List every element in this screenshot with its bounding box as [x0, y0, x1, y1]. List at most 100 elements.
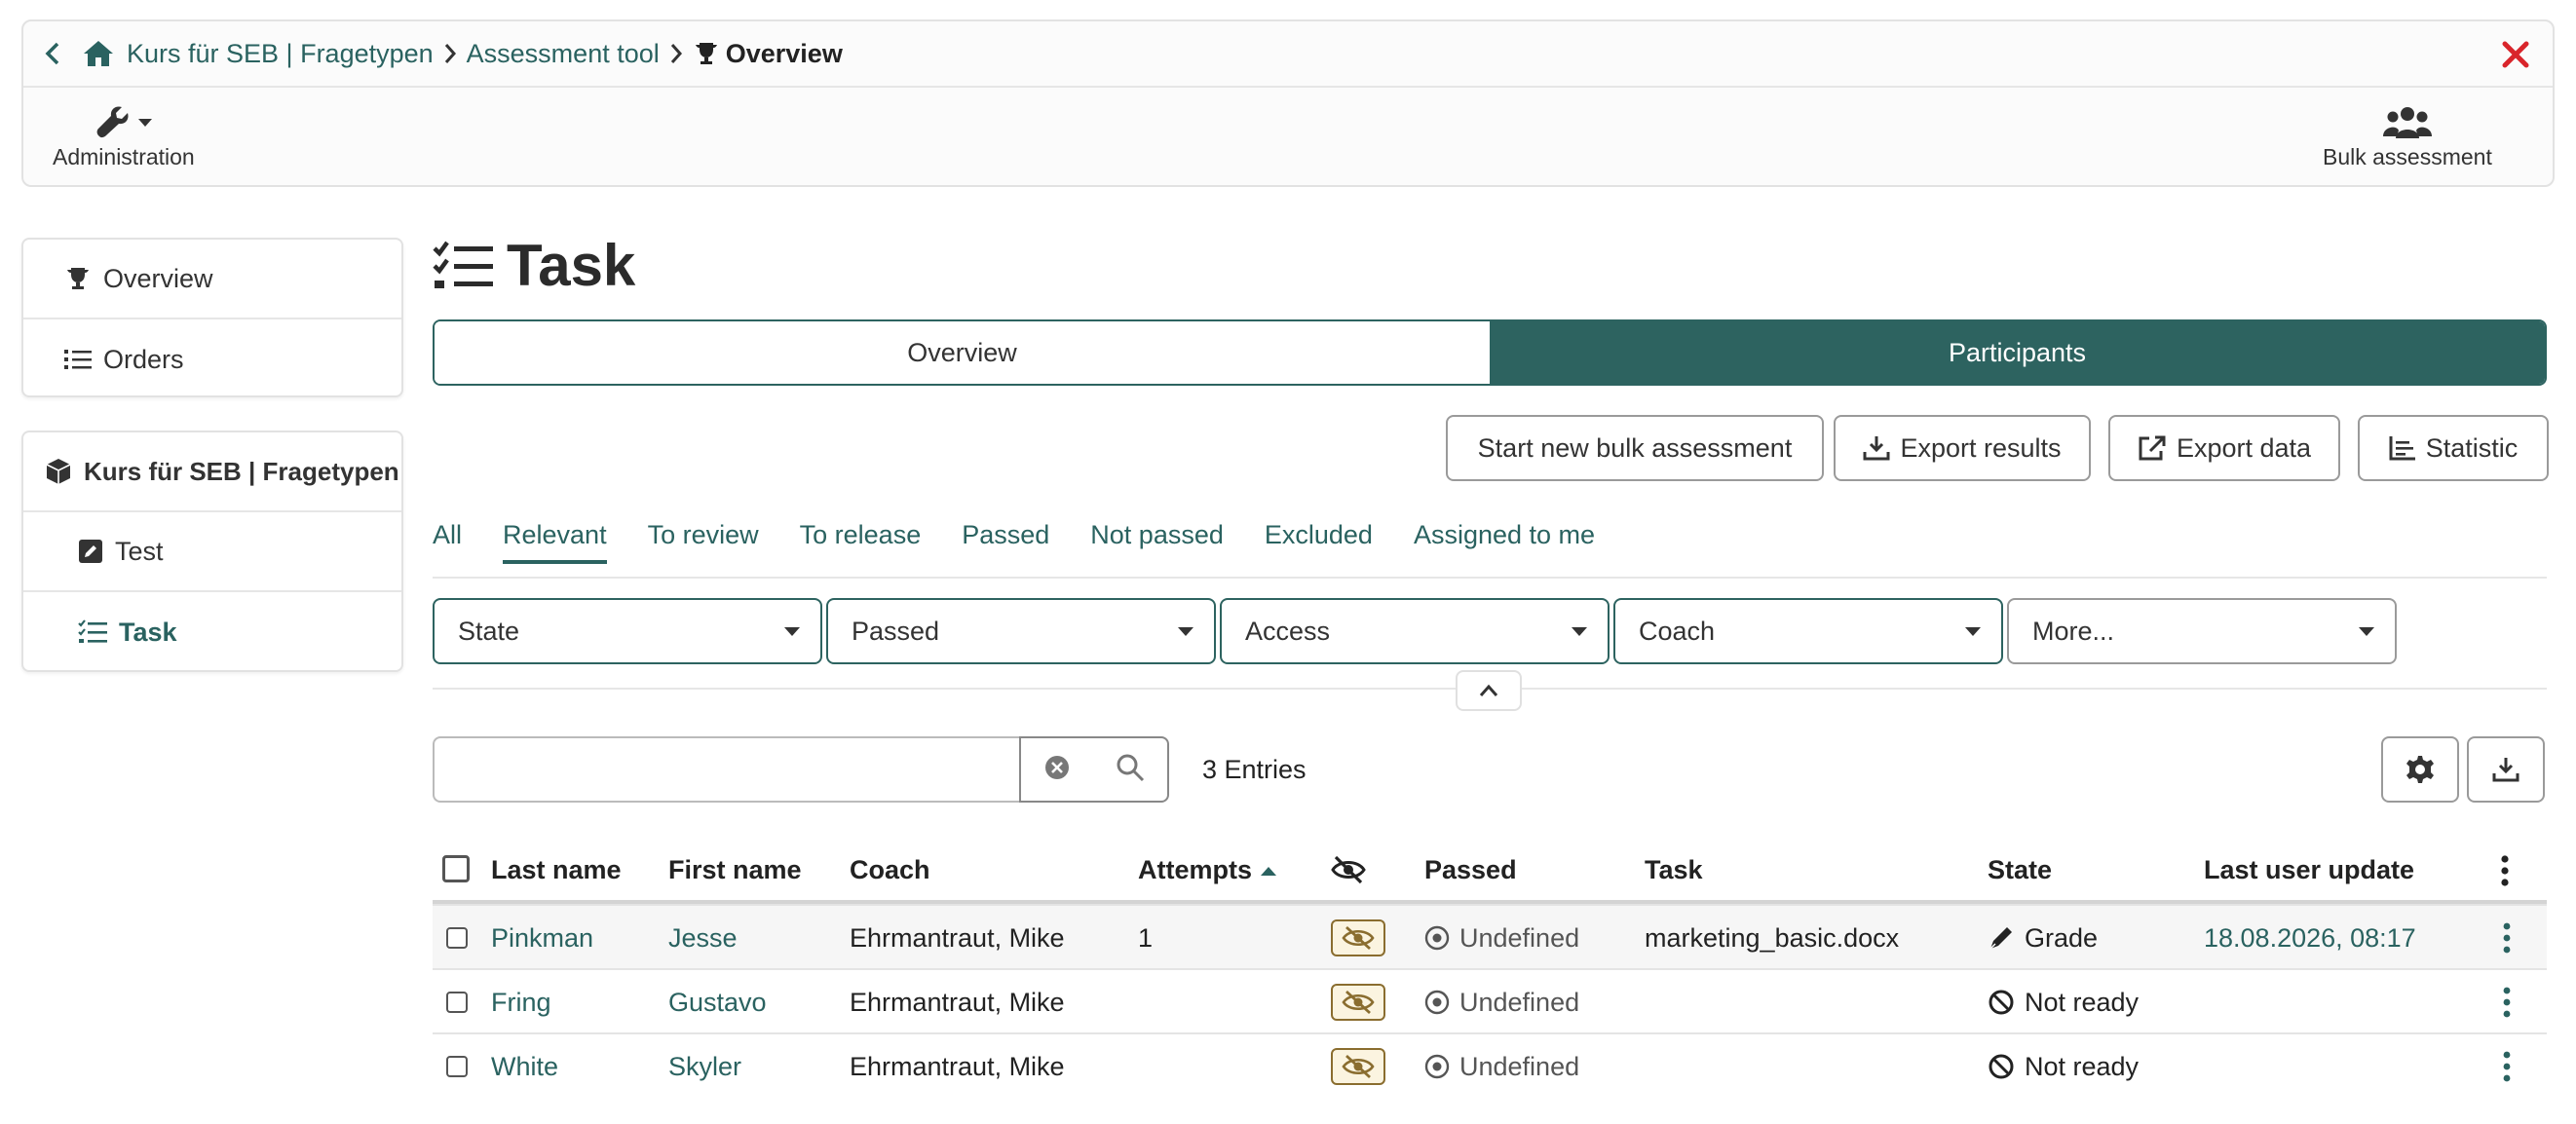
table-download-button[interactable] [2467, 736, 2545, 803]
cell-last-update[interactable]: 18.08.2026, 08:17 [2204, 906, 2416, 970]
col-first-name[interactable]: First name [668, 855, 802, 885]
breadcrumb-current-label: Overview [725, 38, 843, 68]
page-title-text: Task [507, 233, 636, 298]
start-bulk-assessment-button[interactable]: Start new bulk assessment [1446, 415, 1824, 481]
row-checkbox[interactable] [446, 906, 468, 970]
select-all-checkbox[interactable] [442, 855, 470, 882]
filter-more[interactable]: More... [2007, 598, 2397, 664]
row-checkbox[interactable] [446, 970, 468, 1034]
export-data-label: Export data [2176, 432, 2312, 463]
tasks-icon [433, 241, 493, 288]
sidebar-course-label: Kurs für SEB | Fragetypen [84, 456, 399, 486]
caret-down-icon [137, 119, 152, 127]
sidebar-course-menu: Kurs für SEB | Fragetypen Test Task [21, 431, 403, 672]
cube-icon [46, 459, 71, 484]
filter-passed[interactable]: Passed [826, 598, 1216, 664]
statistic-button[interactable]: Statistic [2358, 415, 2549, 481]
tab-assigned-to-me[interactable]: Assigned to me [1414, 520, 1595, 564]
dot-circle-icon [1424, 990, 1450, 1015]
gear-icon [2406, 756, 2434, 783]
row-actions-icon[interactable] [2502, 1034, 2512, 1099]
sidebar-item-label: Overview [103, 263, 213, 293]
cell-state-label: Not ready [2025, 987, 2140, 1017]
segment-overview[interactable]: Overview [435, 321, 1490, 384]
bulk-assessment-button[interactable]: Bulk assessment [2323, 101, 2492, 170]
sidebar-item-orders[interactable]: Orders [23, 319, 401, 399]
view-switcher: Overview Participants [433, 319, 2547, 386]
export-data-button[interactable]: Export data [2108, 415, 2340, 481]
divider [433, 577, 2547, 579]
row-actions-icon[interactable] [2502, 970, 2512, 1034]
administration-label: Administration [53, 144, 195, 169]
col-last-user-update[interactable]: Last user update [2204, 855, 2414, 885]
tab-to-release[interactable]: To release [800, 520, 922, 564]
col-last-name[interactable]: Last name [491, 855, 622, 885]
back-chevron-icon[interactable] [43, 40, 62, 67]
chevron-right-icon [669, 42, 683, 65]
col-attempts[interactable]: Attempts [1138, 855, 1277, 885]
tab-to-review[interactable]: To review [648, 520, 759, 564]
breadcrumb-course[interactable]: Kurs für SEB | Fragetypen [127, 39, 434, 69]
filter-tabs: All Relevant To review To release Passed… [433, 520, 1595, 564]
eye-slash-icon [1342, 990, 1375, 1015]
filter-label: Access [1245, 616, 1331, 646]
cell-state-label: Not ready [2025, 1051, 2140, 1081]
col-coach[interactable]: Coach [850, 855, 930, 885]
filter-state[interactable]: State [433, 598, 822, 664]
trophy-icon [67, 268, 89, 289]
tab-relevant[interactable]: Relevant [503, 520, 607, 564]
cell-visibility[interactable] [1331, 1034, 1385, 1099]
cell-first-name[interactable]: Gustavo [668, 970, 767, 1034]
home-icon[interactable] [82, 39, 115, 68]
cell-last-name[interactable]: Fring [491, 970, 551, 1034]
sidebar-item-test[interactable]: Test [23, 512, 401, 592]
cell-coach: Ehrmantraut, Mike [850, 1051, 1065, 1081]
search-input[interactable] [433, 736, 1021, 803]
tab-passed[interactable]: Passed [962, 520, 1049, 564]
download-icon [2492, 758, 2519, 782]
search-icon[interactable] [1116, 753, 1145, 787]
cell-last-name[interactable]: White [491, 1034, 558, 1099]
collapse-filters-button[interactable] [1456, 670, 1522, 711]
tab-excluded[interactable]: Excluded [1265, 520, 1373, 564]
close-icon[interactable] [2496, 35, 2535, 74]
col-state[interactable]: State [1988, 855, 2052, 885]
row-actions-icon[interactable] [2502, 906, 2512, 970]
col-attempts-label: Attempts [1138, 855, 1253, 884]
row-checkbox[interactable] [446, 1034, 468, 1099]
cell-last-name[interactable]: Pinkman [491, 906, 593, 970]
sidebar-item-overview[interactable]: Overview [23, 240, 401, 319]
chevron-up-icon [1479, 684, 1498, 696]
cell-first-name[interactable]: Skyler [668, 1034, 741, 1099]
eye-slash-icon [1342, 925, 1375, 951]
ban-icon [1989, 1054, 2014, 1079]
table-settings-button[interactable] [2381, 736, 2459, 803]
breadcrumb-current: Overview [693, 39, 843, 69]
export-results-button[interactable]: Export results [1834, 415, 2091, 481]
list-icon [64, 350, 92, 369]
filter-access[interactable]: Access [1220, 598, 1610, 664]
column-options-icon[interactable] [2500, 855, 2510, 886]
share-icon [2139, 435, 2166, 461]
col-passed[interactable]: Passed [1424, 855, 1517, 885]
cell-attempts: 1 [1138, 922, 1154, 953]
clear-icon[interactable] [1043, 754, 1071, 786]
cell-visibility[interactable] [1331, 970, 1385, 1034]
administration-button[interactable]: Administration [53, 101, 195, 170]
cell-first-name[interactable]: Jesse [668, 906, 738, 970]
cell-passed: Undefined [1424, 1034, 1579, 1099]
download-icon [1863, 436, 1890, 461]
top-bar: Kurs für SEB | Fragetypen Assessment too… [21, 19, 2555, 187]
sidebar-item-task[interactable]: Task [23, 592, 401, 672]
breadcrumb-assessment-tool[interactable]: Assessment tool [467, 39, 660, 69]
table-row: Fring Gustavo Ehrmantraut, Mike Undefine… [433, 968, 2547, 1032]
tab-not-passed[interactable]: Not passed [1090, 520, 1224, 564]
col-visibility[interactable] [1331, 855, 1366, 884]
cell-passed-label: Undefined [1459, 1051, 1580, 1081]
tab-all[interactable]: All [433, 520, 462, 564]
col-task[interactable]: Task [1645, 855, 1703, 885]
segment-participants[interactable]: Participants [1490, 321, 2545, 384]
filter-coach[interactable]: Coach [1613, 598, 2003, 664]
cell-visibility[interactable] [1331, 906, 1385, 970]
sidebar-course-title[interactable]: Kurs für SEB | Fragetypen [23, 432, 401, 512]
